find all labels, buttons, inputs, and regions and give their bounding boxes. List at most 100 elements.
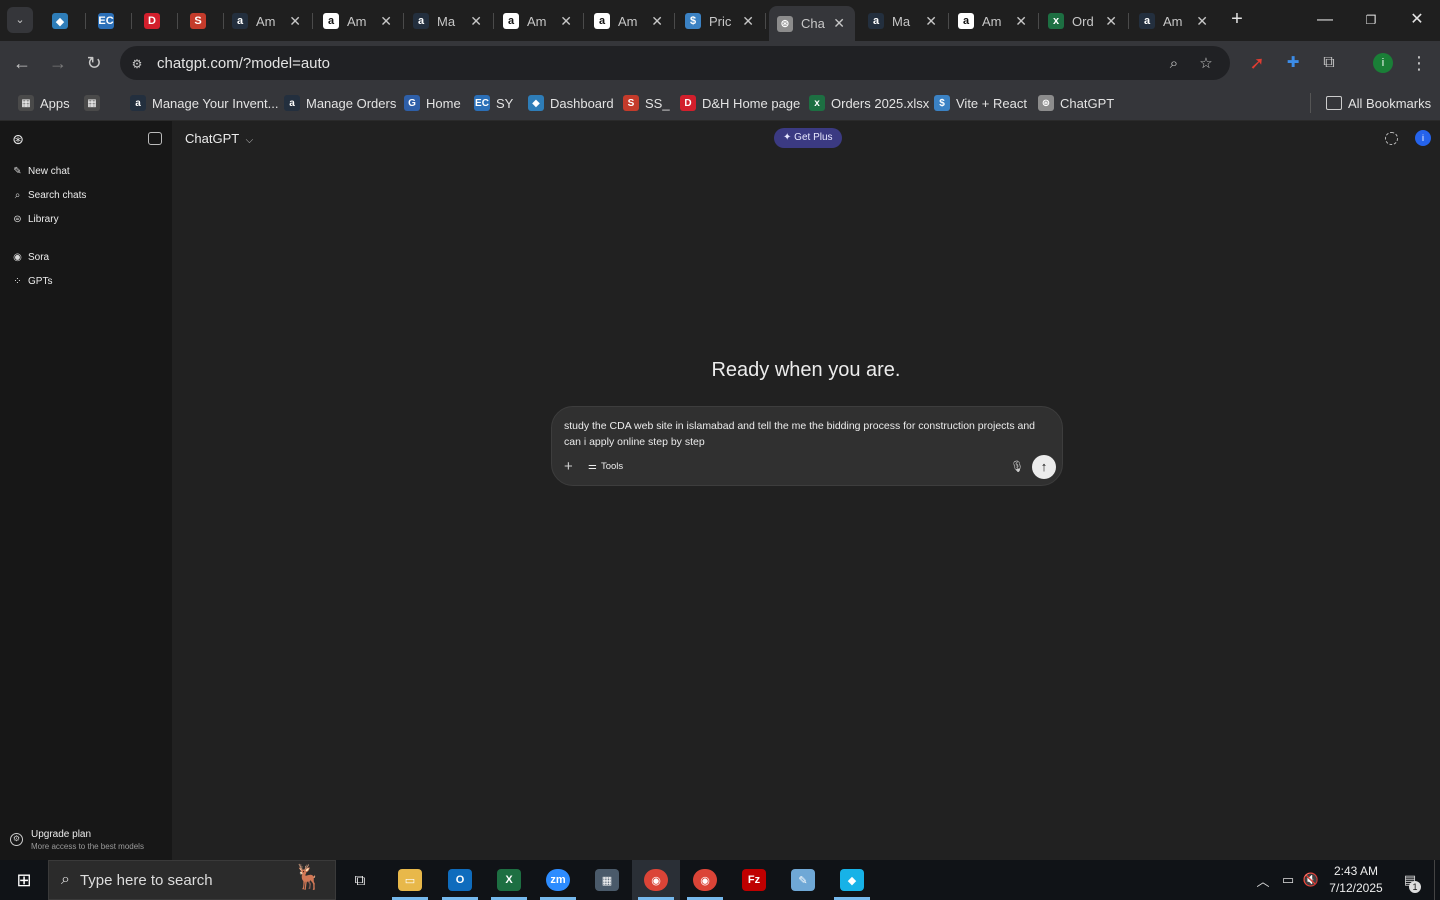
close-window-icon[interactable]: ✕	[1402, 8, 1432, 32]
microphone-icon[interactable]: 🎙	[1010, 460, 1024, 473]
taskbar-excel[interactable]: X	[485, 860, 533, 900]
amazon-icon: a	[868, 13, 884, 29]
taskbar-chrome-1[interactable]: ◉	[632, 860, 680, 900]
tab-7[interactable]: a Ma ✕	[405, 6, 492, 36]
bookmark-item[interactable]: ◆ Dashboard	[528, 92, 614, 114]
back-icon[interactable]: ←	[10, 51, 34, 75]
bookmark-item[interactable]: ⊛ ChatGPT	[1038, 92, 1114, 114]
show-desktop-button[interactable]	[1434, 860, 1440, 900]
bookmark-item[interactable]: EC SY	[474, 92, 513, 114]
sidebar-item-search-chats[interactable]: ⌕ Search chats	[12, 190, 87, 201]
upgrade-plan-button[interactable]: ⚙ Upgrade plan More access to the best m…	[10, 827, 170, 855]
bookmark-item[interactable]: a Manage Your Invent...	[130, 92, 278, 114]
profile-avatar-icon[interactable]: i	[1373, 53, 1393, 73]
new-tab-icon[interactable]: +	[1226, 8, 1248, 30]
openai-logo-icon[interactable]: ⊛	[10, 131, 26, 147]
bookmark-item[interactable]: x Orders 2025.xlsx	[809, 92, 929, 114]
tab-14[interactable]: x Ord ✕	[1040, 6, 1127, 36]
tab-strip: ⌄ ◆ EC D Sa Am ✕ a Am ✕ a Ma ✕ a Am ✕ a Am ✕ $ Pric ✕ ⊛ Cha ✕ a M…	[0, 0, 1440, 41]
get-plus-button[interactable]: ✦ Get Plus	[774, 128, 842, 148]
tab-8[interactable]: a Am ✕	[495, 6, 582, 36]
amazon-icon: a	[130, 95, 146, 111]
reload-icon[interactable]: ↻	[82, 51, 106, 75]
task-view-icon: ⧉	[354, 871, 366, 889]
sidebar-item-library[interactable]: ⊜ Library	[12, 214, 58, 225]
tab-separator	[403, 13, 404, 29]
tab-1[interactable]: ◆	[44, 6, 84, 36]
tab-12[interactable]: a Ma ✕	[860, 6, 947, 36]
close-tab-icon[interactable]: ✕	[560, 13, 572, 30]
tab-15[interactable]: a Am ✕	[1131, 6, 1218, 36]
taskbar-kodi[interactable]: ◆	[828, 860, 876, 900]
tab-2[interactable]: EC	[90, 6, 130, 36]
address-bar[interactable]: ⚙ chatgpt.com/?model=auto ⌕ ☆	[120, 46, 1230, 80]
bookmark-item[interactable]: ▦	[84, 92, 106, 114]
tab-9[interactable]: a Am ✕	[586, 6, 673, 36]
sidebar-item-gpts[interactable]: ⁘ GPTs	[12, 276, 52, 287]
user-avatar[interactable]: i	[1415, 130, 1431, 146]
close-tab-icon[interactable]: ✕	[380, 13, 392, 30]
prompt-composer[interactable]: study the CDA web site in islamabad and …	[551, 406, 1063, 486]
clock[interactable]: 2:43 AM 7/12/2025	[1324, 863, 1388, 897]
extension-blue-icon[interactable]: ✚	[1281, 51, 1305, 75]
tab-10[interactable]: $ Pric ✕	[677, 6, 764, 36]
extension-arrow-icon[interactable]: ➚	[1245, 51, 1269, 75]
extensions-puzzle-icon[interactable]: ⧉	[1317, 51, 1341, 75]
close-tab-icon[interactable]: ✕	[1105, 13, 1117, 30]
taskbar-outlook[interactable]: O	[436, 860, 484, 900]
bookmark-item[interactable]: $ Vite + React	[934, 92, 1027, 114]
dollar-icon: $	[934, 95, 950, 111]
bookmark-item[interactable]: ▦ Apps	[18, 92, 70, 114]
tab-13[interactable]: a Am ✕	[950, 6, 1037, 36]
close-tab-icon[interactable]: ✕	[925, 13, 937, 30]
close-tab-icon[interactable]: ✕	[1196, 13, 1208, 30]
taskbar-filezilla[interactable]: Fz	[730, 860, 778, 900]
bookmark-item[interactable]: a Manage Orders	[284, 92, 396, 114]
close-tab-icon[interactable]: ✕	[742, 13, 754, 30]
taskbar-zoom[interactable]: zm	[534, 860, 582, 900]
tab-5[interactable]: a Am ✕	[224, 6, 311, 36]
volume-muted-icon[interactable]: 🔇	[1300, 860, 1322, 900]
close-tab-icon[interactable]: ✕	[289, 13, 301, 30]
site-info-icon[interactable]: ⚙	[128, 55, 146, 73]
bookmark-star-icon[interactable]: ☆	[1197, 55, 1215, 73]
close-sidebar-icon[interactable]	[148, 132, 162, 145]
zoom-icon[interactable]: ⌕	[1165, 55, 1183, 73]
sidebar-item-new-chat[interactable]: ✎ New chat	[12, 166, 69, 177]
prompt-input[interactable]: study the CDA web site in islamabad and …	[564, 418, 1054, 450]
bookmark-item[interactable]: G Home	[404, 92, 461, 114]
taskbar-file-explorer[interactable]: ▭	[386, 860, 434, 900]
bookmark-item[interactable]: S SS_	[623, 92, 670, 114]
taskbar-notepad[interactable]: ✎	[779, 860, 827, 900]
menu-kebab-icon[interactable]: ⋮	[1407, 51, 1431, 75]
tab-4[interactable]: S	[182, 6, 222, 36]
tools-button[interactable]: ⚌ Tools	[588, 461, 623, 472]
restore-icon[interactable]: ❐	[1356, 8, 1386, 32]
network-icon[interactable]: ▭	[1277, 860, 1299, 900]
notification-center-button[interactable]: ▤ 1	[1396, 860, 1424, 900]
close-tab-icon[interactable]: ✕	[1015, 13, 1027, 30]
add-attachment-icon[interactable]: +	[564, 458, 573, 475]
tab-separator	[131, 13, 132, 29]
close-tab-icon[interactable]: ✕	[833, 15, 845, 32]
temporary-chat-icon[interactable]	[1385, 132, 1398, 145]
taskbar-search[interactable]: ⌕ Type here to search 🦌	[48, 860, 336, 900]
taskbar-calculator[interactable]: ▦	[583, 860, 631, 900]
tab-6[interactable]: a Am ✕	[315, 6, 402, 36]
show-hidden-icons[interactable]: ︿	[1252, 860, 1274, 900]
tab-search-icon[interactable]: ⌄	[7, 7, 33, 33]
sidebar-item-sora[interactable]: ◉ Sora	[12, 252, 49, 263]
close-tab-icon[interactable]: ✕	[651, 13, 663, 30]
forward-icon[interactable]: →	[46, 51, 70, 75]
all-bookmarks-button[interactable]: All Bookmarks	[1326, 92, 1431, 114]
send-button[interactable]: ↑	[1032, 455, 1056, 479]
minimize-icon[interactable]: —	[1310, 8, 1340, 32]
tab-3[interactable]: D	[136, 6, 176, 36]
taskbar-chrome-2[interactable]: ◉	[681, 860, 729, 900]
start-button[interactable]: ⊞	[0, 860, 48, 900]
model-selector[interactable]: ChatGPT ⌵	[185, 131, 253, 146]
task-view-button[interactable]: ⧉	[336, 860, 384, 900]
bookmark-item[interactable]: D D&H Home page	[680, 92, 800, 114]
tab-11[interactable]: ⊛ Cha ✕	[769, 6, 855, 41]
close-tab-icon[interactable]: ✕	[470, 13, 482, 30]
